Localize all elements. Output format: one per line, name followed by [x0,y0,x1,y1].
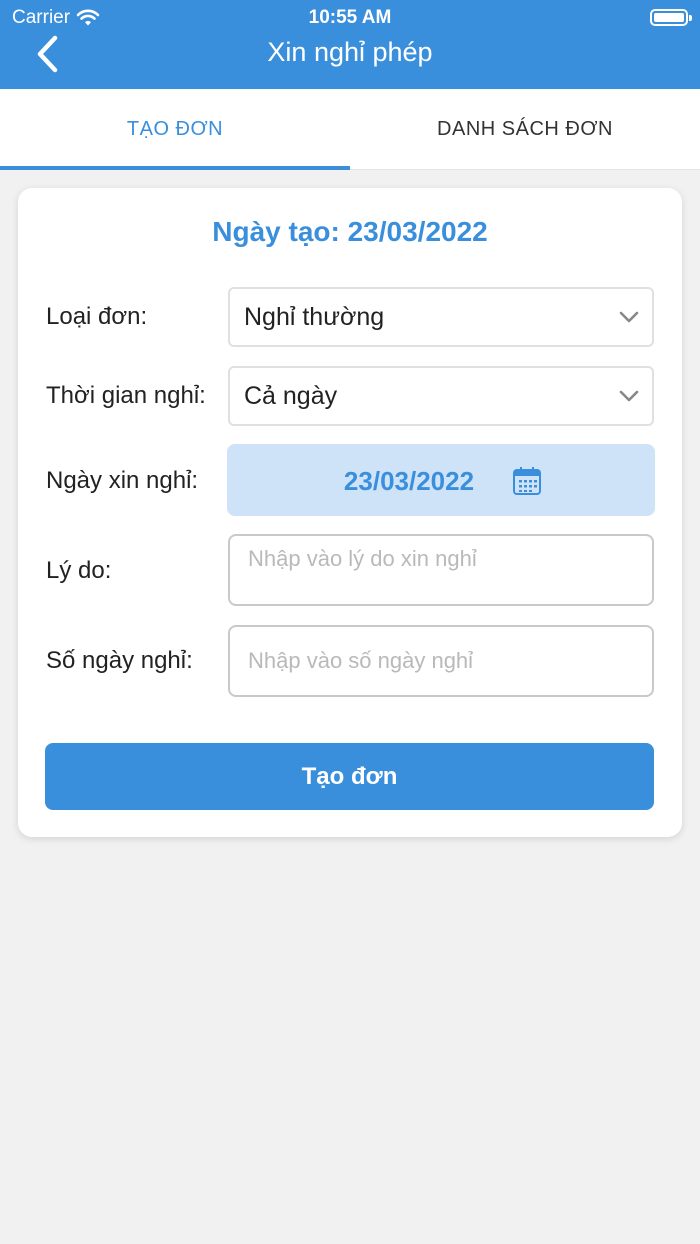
tab-request-list-label: DANH SÁCH ĐƠN [437,118,613,140]
created-date: Ngày tạo: 23/03/2022 [212,216,488,247]
status-bar: Carrier 10:55 AM [0,0,700,34]
leave-type-label: Loại đơn: [46,303,148,330]
chevron-down-icon [619,311,639,323]
reason-label: Lý do: [46,557,112,584]
tab-create-request-label: TẠO ĐƠN [126,118,224,140]
leave-time-value: Cả ngày [244,381,338,410]
battery-icon [650,9,692,26]
tab-request-list[interactable]: DANH SÁCH ĐƠN [350,89,700,170]
app-header: Carrier 10:55 AM Xin nghỉ phép [0,0,700,89]
calendar-icon [513,467,541,495]
chevron-down-icon [619,390,639,402]
leave-time-select[interactable]: Cả ngày [228,366,654,426]
days-input[interactable] [228,625,654,697]
create-request-button[interactable]: Tạo đơn [45,743,654,810]
active-tab-indicator [0,166,350,170]
leave-type-select[interactable]: Nghỉ thường [228,287,654,347]
leave-time-label: Thời gian nghỉ: [46,382,206,409]
reason-input[interactable] [228,534,654,606]
leave-form-card: Ngày tạo: 23/03/2022 Loại đơn: Nghỉ thườ… [18,188,682,837]
tab-bar: TẠO ĐƠN DANH SÁCH ĐƠN [0,89,700,170]
leave-date-label: Ngày xin nghỉ: [46,467,199,494]
leave-type-value: Nghỉ thường [244,302,385,331]
tab-create-request[interactable]: TẠO ĐƠN [0,89,350,170]
status-time: 10:55 AM [308,7,392,28]
page-title: Xin nghỉ phép [267,37,433,67]
leave-date-picker[interactable]: 23/03/2022 [227,444,655,516]
days-label: Số ngày nghỉ: [46,647,193,674]
